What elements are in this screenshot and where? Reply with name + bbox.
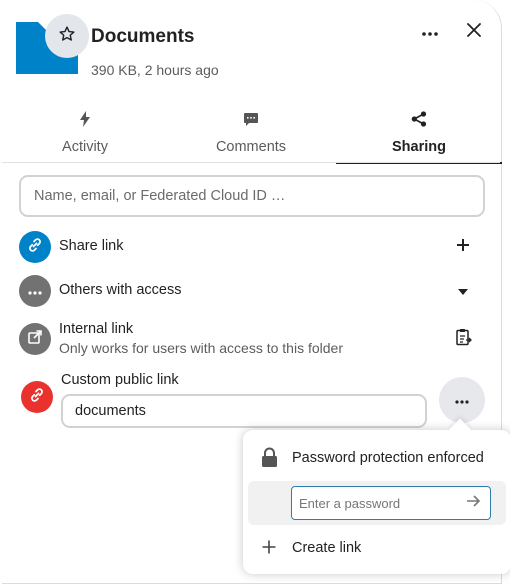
copy-internal-link-button[interactable] xyxy=(452,327,476,351)
plus-icon xyxy=(456,238,470,257)
more-actions-button[interactable] xyxy=(416,18,444,46)
internal-link-label: Internal link xyxy=(59,321,134,337)
close-icon xyxy=(467,22,481,42)
others-avatar xyxy=(19,275,51,307)
create-link-label: Create link xyxy=(292,540,362,556)
external-link-icon xyxy=(28,329,42,349)
custom-link-avatar xyxy=(21,381,53,413)
tab-activity[interactable]: Activity xyxy=(2,102,168,164)
share-search-input[interactable] xyxy=(19,175,485,217)
tab-label: Sharing xyxy=(392,139,446,155)
more-horizontal-icon xyxy=(422,23,438,41)
sidebar-tabs: Activity Comments Sharing xyxy=(2,102,502,164)
internal-link-avatar xyxy=(19,323,51,355)
add-share-link-button[interactable] xyxy=(451,235,475,259)
password-enforced-text: Password protection enforced xyxy=(292,450,484,466)
password-input[interactable] xyxy=(291,486,491,520)
star-icon xyxy=(58,25,76,48)
submit-password-button[interactable] xyxy=(462,492,484,514)
custom-link-menu-button[interactable] xyxy=(439,377,485,423)
tab-sharing[interactable]: Sharing xyxy=(336,102,502,164)
share-icon xyxy=(411,109,427,129)
favorite-button[interactable] xyxy=(45,14,89,58)
close-button[interactable] xyxy=(460,18,488,46)
custom-link-label: Custom public link xyxy=(61,372,179,388)
file-title: Documents xyxy=(91,26,195,47)
caret-down-icon xyxy=(458,282,468,300)
clipboard-icon xyxy=(456,328,472,351)
file-meta: 390 KB, 2 hours ago xyxy=(91,62,219,78)
flash-icon xyxy=(79,109,91,129)
tab-label: Comments xyxy=(215,139,287,155)
custom-link-token-input[interactable] xyxy=(61,394,427,428)
link-icon xyxy=(27,237,43,258)
plus-icon xyxy=(262,540,276,559)
share-link-avatar xyxy=(19,231,51,263)
link-icon xyxy=(29,387,45,408)
expand-others-button[interactable] xyxy=(451,279,475,303)
more-horizontal-icon xyxy=(28,282,42,300)
create-link-menu-item[interactable]: Create link xyxy=(243,536,510,560)
comment-icon xyxy=(243,109,259,129)
link-options-popover: Password protection enforced Create link xyxy=(243,430,510,574)
others-with-access-label: Others with access xyxy=(59,282,182,298)
password-enforced-notice: Password protection enforced xyxy=(243,446,510,470)
tab-comments[interactable]: Comments xyxy=(168,102,334,164)
tabs-divider xyxy=(2,162,500,163)
arrow-right-icon xyxy=(466,494,481,512)
share-link-label: Share link xyxy=(59,238,124,254)
more-horizontal-icon xyxy=(455,391,469,409)
lock-icon xyxy=(261,447,278,473)
internal-link-description: Only works for users with access to this… xyxy=(59,340,343,356)
tab-label: Activity xyxy=(62,139,108,155)
